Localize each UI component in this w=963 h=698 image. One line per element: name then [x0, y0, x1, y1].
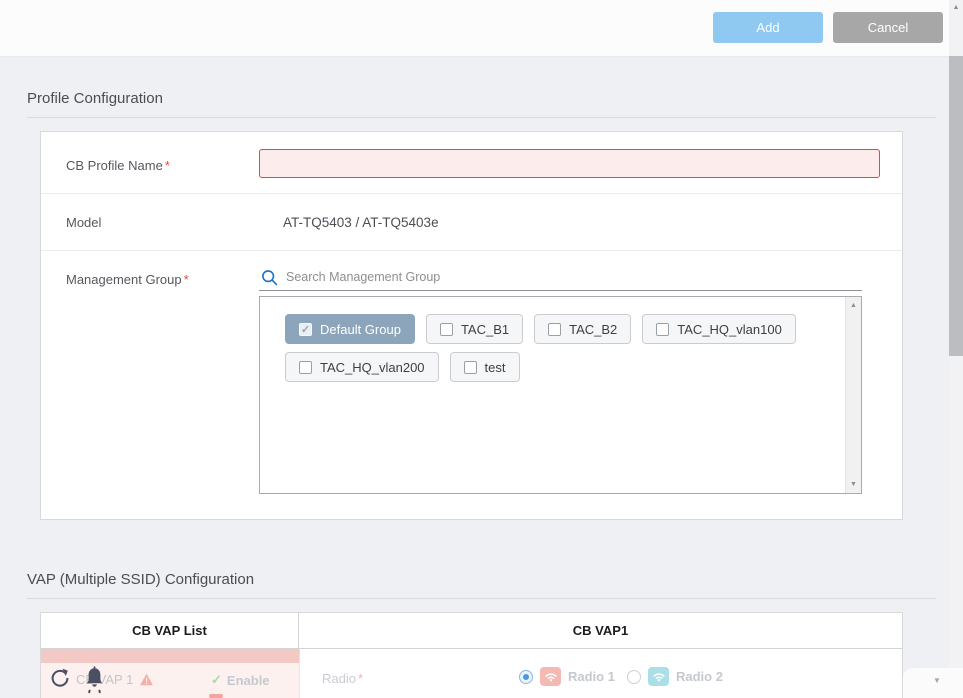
radio-1-option[interactable]: Radio 1: [519, 667, 615, 686]
required-asterisk: *: [165, 158, 170, 173]
wifi-icon: [648, 667, 669, 686]
group-pill-label: TAC_B1: [461, 322, 509, 337]
checkbox-unchecked-icon[interactable]: [440, 323, 453, 336]
selected-row-highlight: [41, 649, 299, 663]
vap-row-cb-vap-1[interactable]: CB VAP 1 ✓ Enable: [41, 663, 299, 698]
vap-enable-status: ✓ Enable: [211, 672, 270, 688]
row-divider: [41, 193, 902, 194]
caret-up-icon[interactable]: ▲: [846, 302, 861, 309]
checkbox-unchecked-icon[interactable]: [656, 323, 669, 336]
required-asterisk: *: [358, 671, 363, 686]
cb-profile-name-label: CB Profile Name*: [66, 158, 170, 173]
cb-vap1-header: CB VAP1: [299, 613, 902, 648]
bell-icon[interactable]: [84, 665, 105, 694]
group-search-bar: [259, 264, 862, 291]
management-group-label: Management Group*: [66, 272, 189, 287]
caret-up-icon[interactable]: ▲: [949, 4, 963, 11]
group-pill-tac-b2[interactable]: TAC_B2: [534, 314, 631, 344]
checkbox-unchecked-icon[interactable]: [299, 361, 312, 374]
required-asterisk: *: [184, 272, 189, 287]
scroll-down-panel: ▼: [903, 668, 963, 698]
checkbox-checked-icon[interactable]: ✓: [299, 323, 312, 336]
group-pill-tac-hq-vlan100[interactable]: TAC_HQ_vlan100: [642, 314, 796, 344]
caret-down-icon[interactable]: ▼: [933, 676, 941, 685]
radio-2-option[interactable]: Radio 2: [627, 667, 723, 686]
profile-section-title: Profile Configuration: [27, 90, 163, 107]
profile-config-card: CB Profile Name* Model AT-TQ5403 / AT-TQ…: [40, 131, 903, 520]
group-search-input[interactable]: [286, 270, 862, 284]
enable-label: Enable: [227, 673, 270, 688]
refresh-icon[interactable]: [48, 666, 72, 690]
group-pill-label: TAC_HQ_vlan100: [677, 322, 782, 337]
checkbox-unchecked-icon[interactable]: [548, 323, 561, 336]
cb-profile-name-input[interactable]: [259, 149, 880, 178]
model-value: AT-TQ5403 / AT-TQ5403e: [283, 215, 439, 230]
checkbox-unchecked-icon[interactable]: [464, 361, 477, 374]
profile-config-page: Add Cancel Profile Configuration CB Prof…: [0, 0, 963, 698]
vap-section-title: VAP (Multiple SSID) Configuration: [27, 571, 254, 588]
radio-selected-icon[interactable]: [519, 670, 533, 684]
vap-detail-panel: Radio* Radio 1: [299, 649, 903, 698]
group-pill-label: Default Group: [320, 322, 401, 337]
check-icon: ✓: [211, 672, 222, 688]
vap-table-header: CB VAP List CB VAP1: [41, 613, 902, 649]
section-divider: [27, 117, 936, 118]
cb-vap-list-header: CB VAP List: [41, 613, 299, 648]
next-row-peek: [209, 694, 223, 698]
row-divider: [41, 250, 902, 251]
wifi-icon: [540, 667, 561, 686]
radio-unselected-icon[interactable]: [627, 670, 641, 684]
radio-1-label: Radio 1: [568, 669, 615, 684]
cancel-button[interactable]: Cancel: [833, 12, 943, 43]
scrollbar-thumb[interactable]: [949, 56, 963, 356]
search-icon: [261, 269, 278, 286]
group-pill-default-group[interactable]: ✓ Default Group: [285, 314, 415, 344]
page-scrollbar[interactable]: ▲: [949, 0, 963, 698]
management-group-list: ✓ Default Group TAC_B1 TAC_B2 TAC_HQ_vla…: [259, 296, 862, 494]
group-pill-tac-hq-vlan200[interactable]: TAC_HQ_vlan200: [285, 352, 439, 382]
caret-down-icon[interactable]: ▼: [846, 481, 861, 488]
top-action-bar: Add Cancel: [0, 0, 963, 57]
group-pill-label: test: [485, 360, 506, 375]
group-pill-label: TAC_HQ_vlan200: [320, 360, 425, 375]
section-divider: [27, 598, 936, 599]
warning-icon: [139, 673, 154, 686]
group-pill-label: TAC_B2: [569, 322, 617, 337]
group-pill-container: ✓ Default Group TAC_B1 TAC_B2 TAC_HQ_vla…: [285, 314, 835, 382]
group-pill-tac-b1[interactable]: TAC_B1: [426, 314, 523, 344]
vap-table-card: CB VAP List CB VAP1 CB VAP 1 ✓ Enable Ra…: [40, 612, 903, 698]
group-pill-test[interactable]: test: [450, 352, 520, 382]
add-button[interactable]: Add: [713, 12, 823, 43]
radio-2-label: Radio 2: [676, 669, 723, 684]
group-list-scrollbar[interactable]: ▲ ▼: [845, 297, 861, 493]
radio-field-label: Radio*: [322, 671, 363, 686]
model-label: Model: [66, 215, 101, 230]
